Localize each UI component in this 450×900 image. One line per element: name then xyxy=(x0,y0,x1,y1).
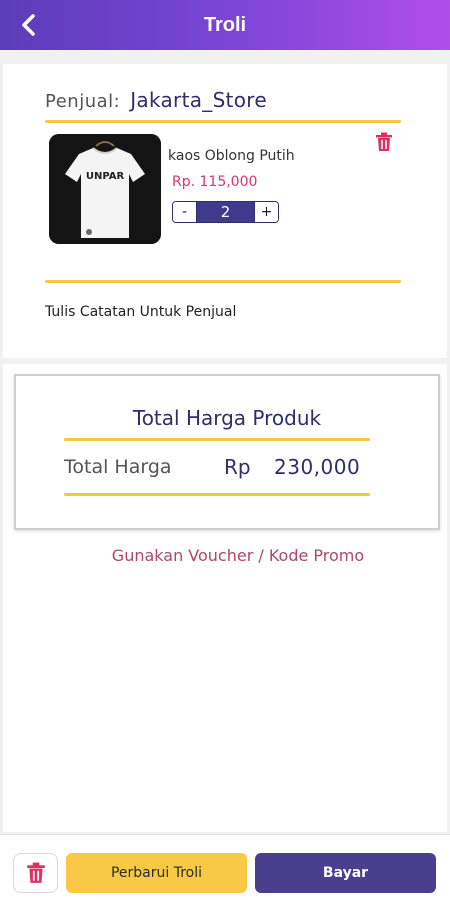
delete-item-button[interactable] xyxy=(375,132,397,156)
total-label: Total Harga xyxy=(64,456,172,478)
divider xyxy=(64,438,370,441)
divider xyxy=(45,120,401,123)
update-cart-button[interactable]: Perbarui Troli xyxy=(66,853,247,893)
product-price: Rp. 115,000 xyxy=(172,174,258,190)
tshirt-image: UNPAR xyxy=(49,134,161,244)
total-currency: Rp xyxy=(224,455,251,479)
page-title: Troli xyxy=(203,13,247,36)
divider xyxy=(45,280,401,283)
product-name: kaos Oblong Putih xyxy=(168,148,295,164)
back-button[interactable] xyxy=(14,10,44,40)
trash-icon xyxy=(376,132,392,151)
seller-row: Penjual: Jakarta_Store xyxy=(45,88,267,112)
bottom-action-bar: Perbarui Troli Bayar xyxy=(0,834,450,900)
shirt-print-text: UNPAR xyxy=(86,171,125,182)
seller-note-link[interactable]: Tulis Catatan Untuk Penjual xyxy=(45,304,236,320)
seller-label: Penjual: xyxy=(45,91,121,112)
cart-store-card: Penjual: Jakarta_Store UNPAR kaos Oblong… xyxy=(3,64,447,358)
total-value: 230,000 xyxy=(274,455,361,479)
voucher-link[interactable]: Gunakan Voucher / Kode Promo xyxy=(0,546,450,565)
quantity-value: 2 xyxy=(197,202,254,222)
summary-title: Total Harga Produk xyxy=(132,406,322,430)
pay-button[interactable]: Bayar xyxy=(255,853,436,893)
total-summary-card: Total Harga Produk Total Harga Rp 230,00… xyxy=(14,374,440,530)
divider xyxy=(64,493,370,496)
product-image[interactable]: UNPAR xyxy=(49,134,161,244)
clear-cart-button[interactable] xyxy=(13,853,58,893)
increase-quantity-button[interactable]: + xyxy=(254,202,278,222)
decrease-quantity-button[interactable]: - xyxy=(173,202,197,222)
seller-name: Jakarta_Store xyxy=(130,88,267,112)
app-header: Troli xyxy=(0,0,450,50)
trash-icon xyxy=(26,862,45,883)
chevron-left-icon xyxy=(22,14,35,36)
quantity-stepper: - 2 + xyxy=(172,201,279,223)
